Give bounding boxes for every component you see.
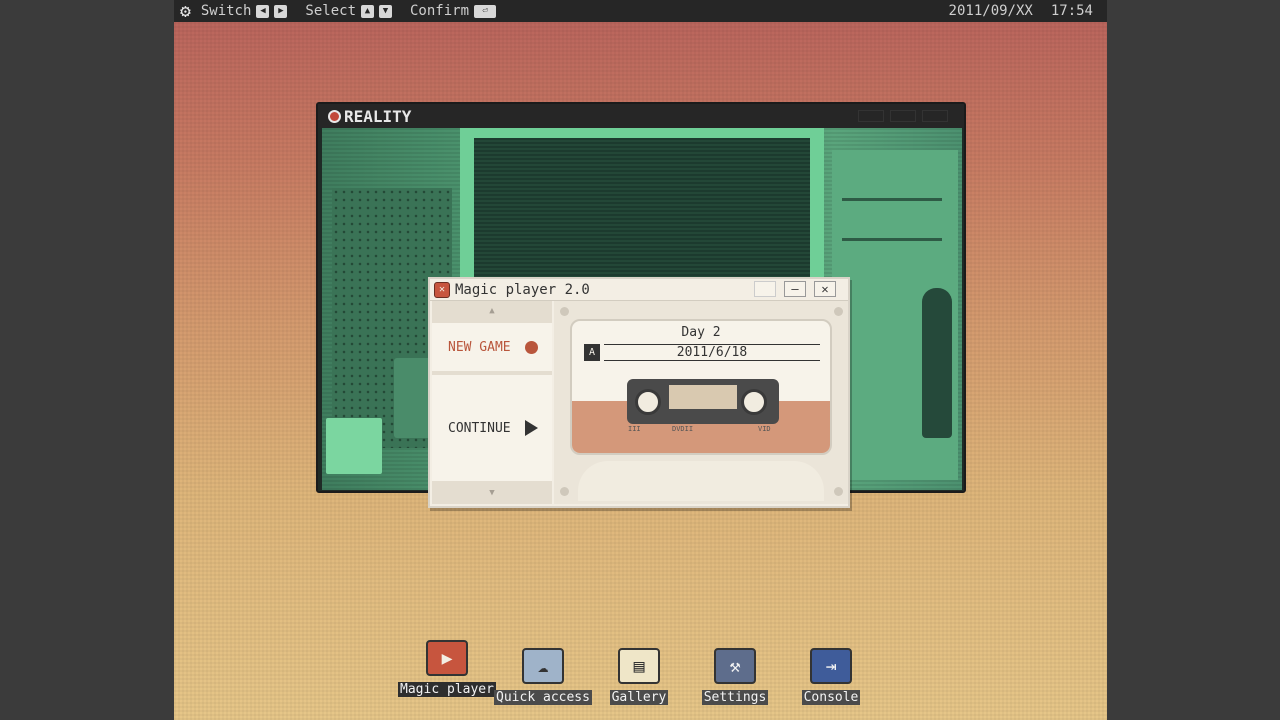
left-letterbox — [0, 0, 174, 720]
dock-quick-access[interactable]: ☁ Quick access — [493, 648, 593, 705]
exit-icon: ⇥ — [810, 648, 852, 684]
screw-icon — [560, 487, 569, 496]
magic-player-title: Magic player 2.0 — [455, 281, 590, 298]
left-key-icon: ◀ — [256, 4, 270, 18]
top-bar: ⚙ Switch ◀ ▶ Select ▲ ▼ Confirm ⏎ 2011/09/… — [174, 0, 1107, 22]
tape-text-mid: DVDII — [672, 425, 694, 433]
switch-hint: Switch ◀ ▶ — [201, 3, 288, 19]
save-date: 2011/6/18 — [604, 343, 820, 361]
play-icon — [525, 420, 538, 436]
new-game-button[interactable]: NEW GAME — [432, 323, 552, 371]
main-menu: ▲ NEW GAME CONTINUE ▼ — [432, 301, 552, 504]
cabinet-shelf — [842, 238, 942, 241]
tape-text-right: VID — [758, 425, 771, 433]
menu-up-arrow-icon[interactable]: ▲ — [432, 303, 552, 319]
minimize-button[interactable]: — — [784, 281, 806, 297]
magic-player-titlebar[interactable]: ✕ Magic player 2.0 — ✕ — [430, 279, 848, 301]
screw-icon — [560, 307, 569, 316]
continue-label: CONTINUE — [448, 420, 511, 436]
left-reel-icon — [635, 389, 661, 415]
up-key-icon: ▲ — [361, 4, 374, 18]
reality-close-button[interactable] — [922, 110, 948, 122]
dock-label: Quick access — [494, 690, 592, 705]
right-reel-icon — [741, 389, 767, 415]
down-key-icon: ▼ — [379, 4, 392, 18]
right-letterbox — [1107, 0, 1280, 720]
plant — [922, 288, 952, 438]
reality-maximize-button[interactable] — [890, 110, 916, 122]
enter-key-icon: ⏎ — [474, 4, 497, 18]
save-date-row: A 2011/6/18 — [584, 343, 820, 361]
dock-console[interactable]: ⇥ Console — [781, 648, 881, 705]
notebook-icon: ▤ — [618, 648, 660, 684]
confirm-hint: Confirm ⏎ — [410, 3, 497, 19]
close-button[interactable]: ✕ — [814, 281, 836, 297]
tape-slot — [578, 461, 824, 501]
dock-settings[interactable]: ⚒ Settings — [685, 648, 785, 705]
right-key-icon: ▶ — [274, 4, 288, 18]
clock-time: 17:54 — [1050, 3, 1093, 19]
blank-button — [754, 281, 776, 297]
desktop-screen: ⚙ Switch ◀ ▶ Select ▲ ▼ Confirm ⏎ 2011/09/… — [174, 0, 1107, 720]
magic-player-app-icon: ✕ — [434, 281, 450, 298]
reality-title: REALITY — [344, 106, 412, 126]
reality-minimize-button[interactable] — [858, 110, 884, 122]
screw-icon — [834, 487, 843, 496]
dock-gallery[interactable]: ▤ Gallery — [589, 648, 689, 705]
film-icon: ▶ — [426, 640, 468, 676]
dock-label: Settings — [701, 690, 769, 705]
screw-icon — [834, 307, 843, 316]
tape-text-left: III — [628, 425, 641, 433]
clock-date: 2011/09/XX — [948, 3, 1033, 19]
reality-titlebar[interactable]: REALITY — [318, 104, 964, 128]
wrench-icon: ⚒ — [714, 648, 756, 684]
lock-icon: A — [584, 343, 600, 361]
continue-button[interactable]: CONTINUE — [432, 375, 552, 481]
record-icon — [328, 109, 341, 123]
menu-down-arrow-icon[interactable]: ▼ — [432, 485, 552, 501]
magic-player-body: ▲ NEW GAME CONTINUE ▼ Day 2 A 2011/6/18 … — [430, 301, 848, 506]
new-game-label: NEW GAME — [448, 339, 511, 355]
dock-label: Console — [801, 690, 861, 705]
cabinet-shelf — [842, 198, 942, 201]
cassette-tape-icon — [627, 379, 779, 424]
tape-window — [669, 385, 737, 409]
save-slot-panel: Day 2 A 2011/6/18 III DVDII VID — [554, 301, 848, 504]
dock-magic-player[interactable]: ▶ Magic player — [397, 640, 497, 697]
selected-dot-icon — [525, 340, 538, 354]
cloud-icon: ☁ — [522, 648, 564, 684]
magic-player-window[interactable]: ✕ Magic player 2.0 — ✕ ▲ NEW GAME CONTIN… — [428, 277, 850, 508]
mug — [326, 418, 382, 474]
save-day: Day 2 — [681, 325, 721, 340]
dock-label: Gallery — [609, 690, 669, 705]
gear-icon[interactable]: ⚙ — [180, 1, 191, 22]
dock-label: Magic player — [398, 682, 496, 697]
save-cassette[interactable]: Day 2 A 2011/6/18 III DVDII VID — [570, 319, 832, 455]
select-hint: Select ▲ ▼ — [305, 3, 392, 19]
clock: 2011/09/XX 17:54 — [949, 3, 1093, 19]
